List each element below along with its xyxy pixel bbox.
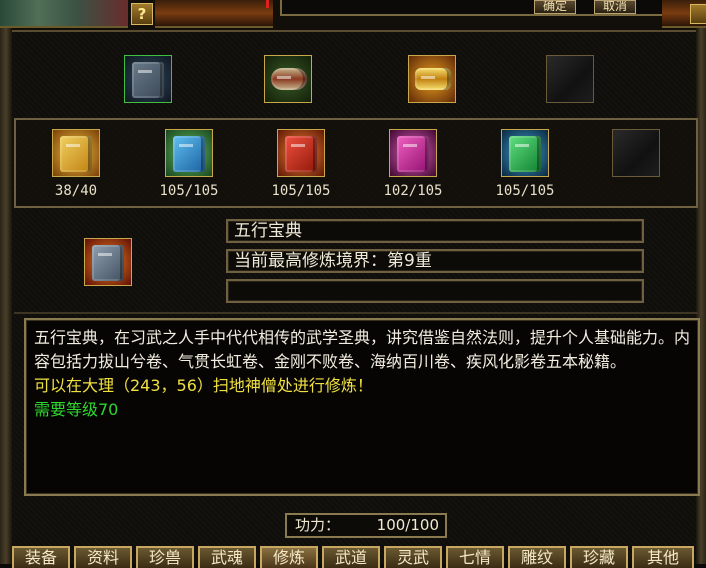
book-count-4: 102/105	[383, 183, 443, 199]
book-slot-2[interactable]	[165, 129, 213, 177]
tab-profile[interactable]: 资料	[74, 546, 132, 568]
description-box: 五行宝典，在习武之人手中代代相传的武学圣典，讲究借鉴自然法则，提升个人基础能力。…	[24, 318, 700, 496]
book-count-2: 105/105	[159, 183, 219, 199]
book-count-3: 105/105	[271, 183, 331, 199]
book-row-panel	[14, 118, 698, 208]
green-manual-icon	[132, 62, 164, 98]
book-slot-5[interactable]	[501, 129, 549, 177]
book-count-5: 105/105	[495, 183, 555, 199]
description-text: 五行宝典，在习武之人手中代代相传的武学圣典，讲究借鉴自然法则，提升个人基础能力。…	[34, 328, 691, 371]
minimap-strip[interactable]	[0, 0, 128, 28]
confirm-button[interactable]: 确定	[534, 0, 577, 14]
book-count-1: 38/40	[54, 183, 98, 199]
book-slot-6[interactable]	[612, 129, 660, 177]
power-value: 100/100	[376, 516, 439, 534]
level-requirement-text: 需要等级70	[34, 400, 119, 419]
mid-divider	[14, 312, 698, 314]
extra-field	[226, 279, 644, 303]
tab-martial-way[interactable]: 武道	[322, 546, 380, 568]
top-divider	[12, 30, 696, 32]
book-name-field: 五行宝典	[226, 219, 644, 243]
gold-bundle-slot[interactable]	[408, 55, 456, 103]
tab-training[interactable]: 修炼	[260, 546, 318, 568]
purple-book-icon	[397, 136, 429, 172]
blue-book-icon	[173, 136, 205, 172]
tab-collection[interactable]: 珍藏	[570, 546, 628, 568]
tab-other[interactable]: 其他	[632, 546, 694, 568]
realm-field: 当前最高修炼境界：第9重	[226, 249, 644, 273]
green-book-icon	[509, 136, 541, 172]
tab-seven-emotions[interactable]: 七情	[446, 546, 504, 568]
book-slot-1[interactable]	[52, 129, 100, 177]
yellow-book-icon	[60, 136, 92, 172]
green-manual-slot[interactable]	[124, 55, 172, 103]
scroll-bundle-slot[interactable]	[264, 55, 312, 103]
tab-pets[interactable]: 珍兽	[136, 546, 194, 568]
cancel-button[interactable]: 取消	[594, 0, 637, 14]
red-marker	[266, 0, 269, 8]
help-button[interactable]: ?	[131, 3, 153, 25]
power-display: 功力： 100/100	[285, 513, 447, 538]
empty-slot-top[interactable]	[546, 55, 594, 103]
five-elements-book-icon	[92, 245, 124, 281]
book-slot-4[interactable]	[389, 129, 437, 177]
top-decor-bar	[155, 0, 273, 28]
book-slot-3[interactable]	[277, 129, 325, 177]
training-location-text: 可以在大理（243，56）扫地神僧处进行修炼！	[34, 376, 373, 395]
tab-martial-soul[interactable]: 武魂	[198, 546, 256, 568]
gold-bundle-icon	[415, 68, 451, 90]
tab-equipment[interactable]: 装备	[12, 546, 70, 568]
left-border	[0, 28, 12, 564]
power-label: 功力：	[295, 516, 341, 534]
tab-bar: 装备 资料 珍兽 武魂 修炼 武道 灵武 七情 雕纹 珍藏 其他	[12, 546, 696, 568]
top-dialog-panel: 确定 取消	[280, 0, 664, 16]
tab-carving[interactable]: 雕纹	[508, 546, 566, 568]
tab-spirit-weapon[interactable]: 灵武	[384, 546, 442, 568]
red-book-icon	[285, 136, 317, 172]
scroll-bundle-icon	[271, 68, 307, 90]
corner-button[interactable]	[690, 4, 706, 24]
selected-book-slot[interactable]	[84, 238, 132, 286]
